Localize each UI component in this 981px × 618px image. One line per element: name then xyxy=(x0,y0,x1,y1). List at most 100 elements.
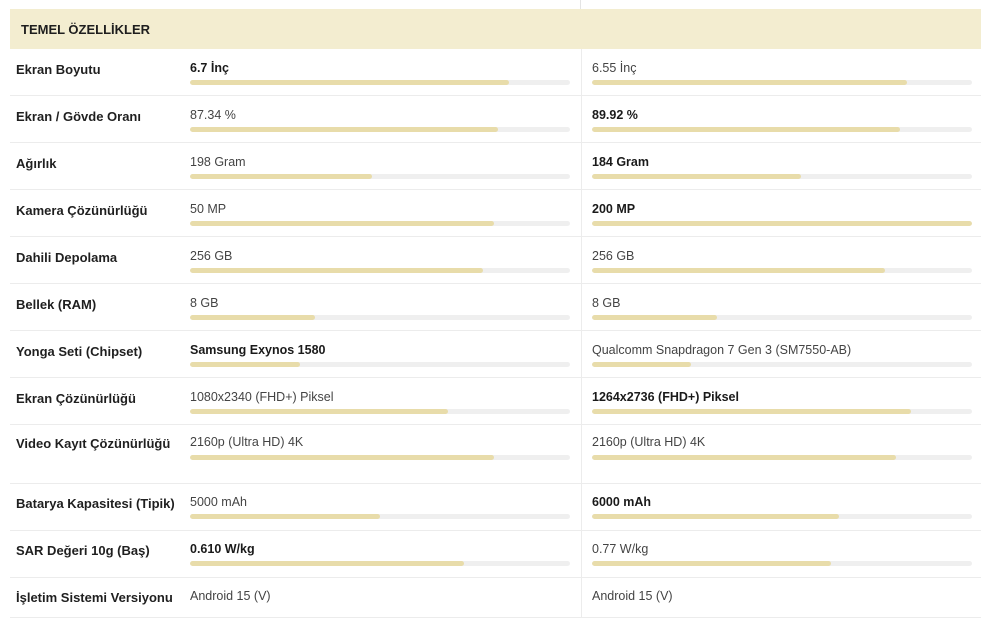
phone1-cell: 256 GB xyxy=(180,237,580,283)
score-bar-fill xyxy=(190,514,380,519)
spec-label: Ağırlık xyxy=(16,156,57,171)
phone1-score-bar xyxy=(190,315,570,320)
phone1-value: 0.610 W/kg xyxy=(190,542,255,556)
phone1-value: 87.34 % xyxy=(190,108,236,122)
phone1-cell: 5000 mAh xyxy=(180,484,580,530)
phone2-cell: 2160p (Ultra HD) 4K xyxy=(581,425,981,483)
spec-label: Batarya Kapasitesi (Tipik) xyxy=(16,496,175,511)
score-bar-fill xyxy=(592,362,691,367)
spec-label: Ekran Çözünürlüğü xyxy=(16,391,136,406)
phone2-score-bar xyxy=(592,514,972,519)
phone1-value: Android 15 (V) xyxy=(190,589,271,603)
spec-row: Ekran / Gövde Oranı 87.34 % 89.92 % xyxy=(10,96,981,143)
phone2-score-bar xyxy=(592,268,972,273)
phone2-value: Android 15 (V) xyxy=(592,589,673,603)
phone1-cell: 50 MP xyxy=(180,190,580,236)
phone2-value: 6000 mAh xyxy=(592,495,652,509)
phone2-cell: 256 GB xyxy=(581,237,981,283)
phone1-score-bar xyxy=(190,127,570,132)
score-bar-fill xyxy=(190,268,483,273)
top-strip xyxy=(0,0,981,9)
phone1-cell: Samsung Exynos 1580 xyxy=(180,331,580,377)
phone1-value: 1080x2340 (FHD+) Piksel xyxy=(190,390,334,404)
phone1-cell: 8 GB xyxy=(180,284,580,330)
phone1-score-bar xyxy=(190,514,570,519)
spec-row: Batarya Kapasitesi (Tipik) 5000 mAh 6000 m… xyxy=(10,484,981,531)
phone2-score-bar xyxy=(592,561,972,566)
spec-table: Ekran Boyutu 6.7 İnç 6.55 İnç Ekran / Gövde… xyxy=(10,49,981,618)
spec-row: Video Kayıt Çözünürlüğü 2160p (Ultra HD) … xyxy=(10,425,981,484)
phone2-score-bar xyxy=(592,315,972,320)
phone1-score-bar xyxy=(190,174,570,179)
phone1-score-bar xyxy=(190,561,570,566)
phone2-score-bar xyxy=(592,174,972,179)
phone1-value: 50 MP xyxy=(190,202,227,216)
score-bar-fill xyxy=(592,127,900,132)
phone1-score-bar xyxy=(190,362,570,367)
spec-row: Yonga Seti (Chipset) Samsung Exynos 1580 Q… xyxy=(10,331,981,378)
spec-row: Ekran Boyutu 6.7 İnç 6.55 İnç xyxy=(10,49,981,96)
phone1-score-bar xyxy=(190,268,570,273)
spec-label: Dahili Depolama xyxy=(16,250,118,265)
phone2-value: Qualcomm Snapdragon 7 Gen 3 (SM7550-AB) xyxy=(592,343,852,357)
phone1-cell: Android 15 (V) xyxy=(180,578,580,617)
score-bar-fill xyxy=(592,561,832,566)
score-bar-fill xyxy=(592,80,908,85)
phone1-value: Samsung Exynos 1580 xyxy=(190,343,326,357)
phone2-value: 256 GB xyxy=(592,249,635,263)
phone2-score-bar xyxy=(592,80,972,85)
score-bar-fill xyxy=(592,174,801,179)
score-bar-fill xyxy=(592,221,972,226)
phone2-cell: 184 Gram xyxy=(581,143,981,189)
phone2-value: 0.77 W/kg xyxy=(592,542,649,556)
phone2-cell: 0.77 W/kg xyxy=(581,531,981,577)
score-bar-fill xyxy=(190,455,494,460)
section-title: TEMEL ÖZELLİKLER xyxy=(21,21,151,37)
phone1-cell: 0.610 W/kg xyxy=(180,531,580,577)
phone1-value: 6.7 İnç xyxy=(190,61,229,75)
phone1-value: 198 Gram xyxy=(190,155,246,169)
spec-label: Yonga Seti (Chipset) xyxy=(16,344,143,359)
phone1-value: 2160p (Ultra HD) 4K xyxy=(190,435,304,449)
spec-row: Ekran Çözünürlüğü 1080x2340 (FHD+) Piksel… xyxy=(10,378,981,425)
phone2-value: 8 GB xyxy=(592,296,621,310)
spec-row: Dahili Depolama 256 GB 256 GB xyxy=(10,237,981,284)
phone2-cell: 6.55 İnç xyxy=(581,49,981,95)
phone2-cell: 1264x2736 (FHD+) Piksel xyxy=(581,378,981,424)
phone2-value: 2160p (Ultra HD) 4K xyxy=(592,435,706,449)
phone2-value: 184 Gram xyxy=(592,155,649,169)
score-bar-fill xyxy=(190,80,510,85)
spec-label: Bellek (RAM) xyxy=(16,297,97,312)
score-bar-fill xyxy=(190,221,494,226)
phone1-value: 8 GB xyxy=(190,296,219,310)
phone2-score-bar xyxy=(592,362,972,367)
spec-row: Kamera Çözünürlüğü 50 MP 200 MP xyxy=(10,190,981,237)
section-header: TEMEL ÖZELLİKLER xyxy=(10,9,981,49)
phone2-cell: 8 GB xyxy=(581,284,981,330)
phone2-value: 200 MP xyxy=(592,202,636,216)
score-bar-fill xyxy=(190,409,449,414)
comparison-panel: TEMEL ÖZELLİKLER Ekran Boyutu 6.7 İnç 6.55… xyxy=(0,0,981,618)
score-bar-fill xyxy=(190,362,301,367)
score-bar-fill xyxy=(592,455,896,460)
score-bar-fill xyxy=(190,561,464,566)
column-divider xyxy=(580,0,581,9)
score-bar-fill xyxy=(592,268,885,273)
score-bar-fill xyxy=(592,514,839,519)
spec-label: Ekran / Gövde Oranı xyxy=(16,109,141,124)
phone1-score-bar xyxy=(190,80,570,85)
phone2-score-bar xyxy=(592,127,972,132)
phone1-cell: 2160p (Ultra HD) 4K xyxy=(180,425,580,483)
phone2-value: 6.55 İnç xyxy=(592,61,637,75)
phone1-cell: 6.7 İnç xyxy=(180,49,580,95)
phone2-score-bar xyxy=(592,409,972,414)
score-bar-fill xyxy=(190,315,316,320)
phone1-score-bar xyxy=(190,221,570,226)
phone1-value: 256 GB xyxy=(190,249,233,263)
phone2-score-bar xyxy=(592,221,972,226)
phone1-value: 5000 mAh xyxy=(190,495,247,509)
spec-row: Bellek (RAM) 8 GB 8 GB xyxy=(10,284,981,331)
phone1-cell: 87.34 % xyxy=(180,96,580,142)
phone2-value: 89.92 % xyxy=(592,108,638,122)
spec-row: SAR Değeri 10g (Baş) 0.610 W/kg 0.77 W/kg xyxy=(10,531,981,578)
